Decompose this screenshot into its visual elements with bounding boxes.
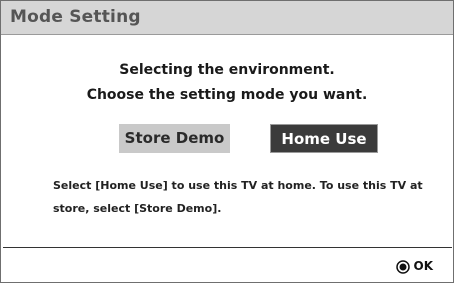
footer-divider — [3, 247, 452, 248]
prompt-line-2: Choose the setting mode you want. — [86, 87, 368, 103]
home-use-button[interactable]: Home Use — [270, 124, 378, 153]
store-demo-button[interactable]: Store Demo — [119, 124, 230, 153]
prompt-line-1: Selecting the environment. — [119, 62, 335, 78]
ok-button[interactable]: OK — [395, 258, 434, 274]
title-bar: Mode Setting — [1, 1, 453, 35]
description-text: Select [Home Use] to use this TV at home… — [53, 179, 423, 215]
ok-label: OK — [413, 259, 434, 273]
ok-button-icon — [395, 259, 410, 274]
mode-setting-dialog: Mode Setting Selecting the environment. … — [0, 0, 454, 283]
dialog-title: Mode Setting — [10, 7, 141, 27]
